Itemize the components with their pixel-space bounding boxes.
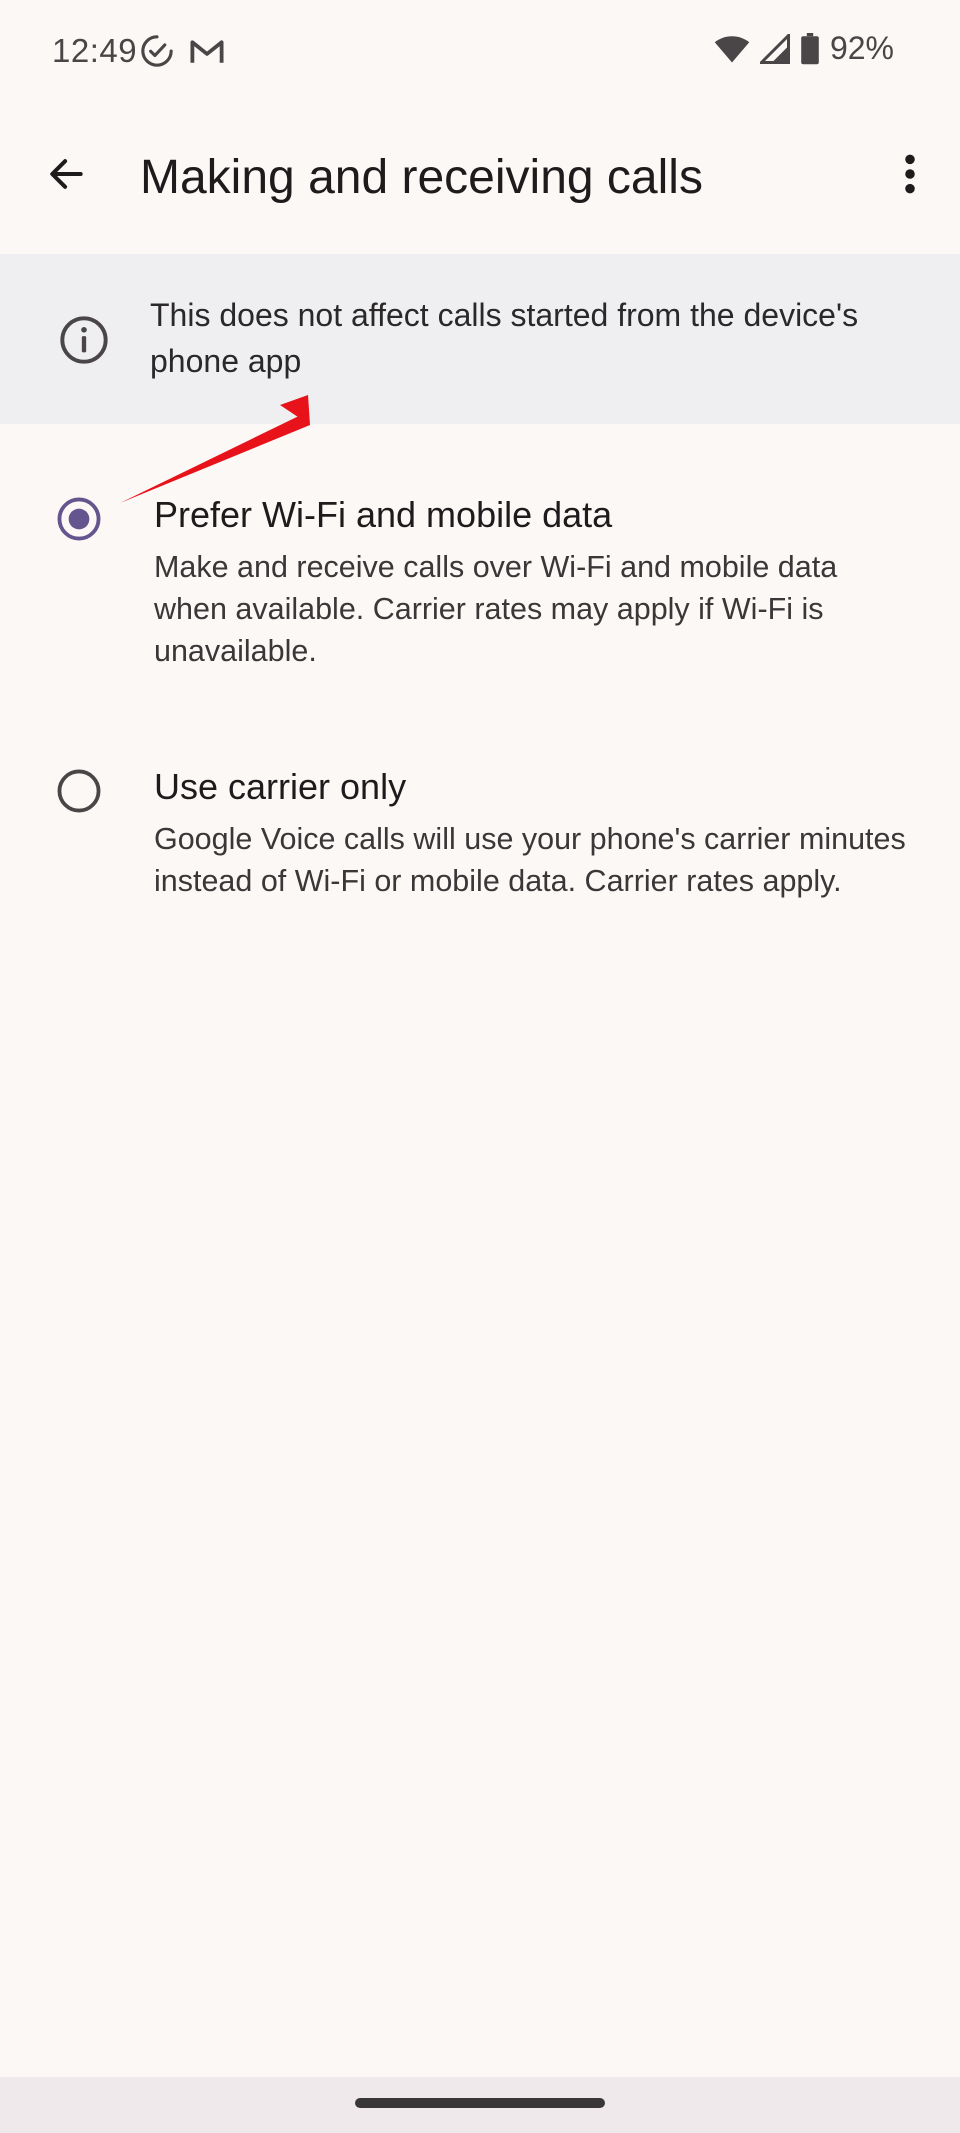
back-button[interactable] (36, 144, 96, 204)
status-time: 12:49 (52, 32, 138, 69)
home-gesture-handle[interactable] (355, 2098, 605, 2108)
navigation-bar (0, 2077, 960, 2133)
info-banner-text: This does not affect calls started from … (150, 297, 859, 379)
gmail-icon (190, 40, 224, 63)
option-title: Prefer Wi-Fi and mobile data (154, 494, 613, 535)
app-bar: Making and receiving calls (0, 104, 960, 254)
status-system-icons: 92% (714, 30, 894, 67)
more-options-button[interactable] (880, 144, 940, 204)
radio-unselected-icon[interactable] (56, 768, 102, 814)
arrow-left-icon (50, 159, 83, 189)
page-title: Making and receiving calls (140, 151, 703, 204)
info-icon (60, 316, 108, 364)
radio-selected-icon[interactable] (56, 496, 102, 542)
more-vert-icon (905, 154, 915, 194)
option-description: Make and receive calls over Wi-Fi and mo… (154, 550, 838, 668)
status-notification-icons (140, 34, 226, 68)
option-title: Use carrier only (154, 766, 407, 807)
battery-icon (801, 32, 819, 64)
cell-signal-icon (759, 33, 790, 64)
wifi-icon (714, 35, 750, 62)
battery-percentage: 92% (829, 30, 894, 66)
check-circle-icon (141, 35, 173, 67)
option-description: Google Voice calls will use your phone's… (154, 822, 906, 898)
status-bar: 12:49 92% (0, 0, 960, 104)
